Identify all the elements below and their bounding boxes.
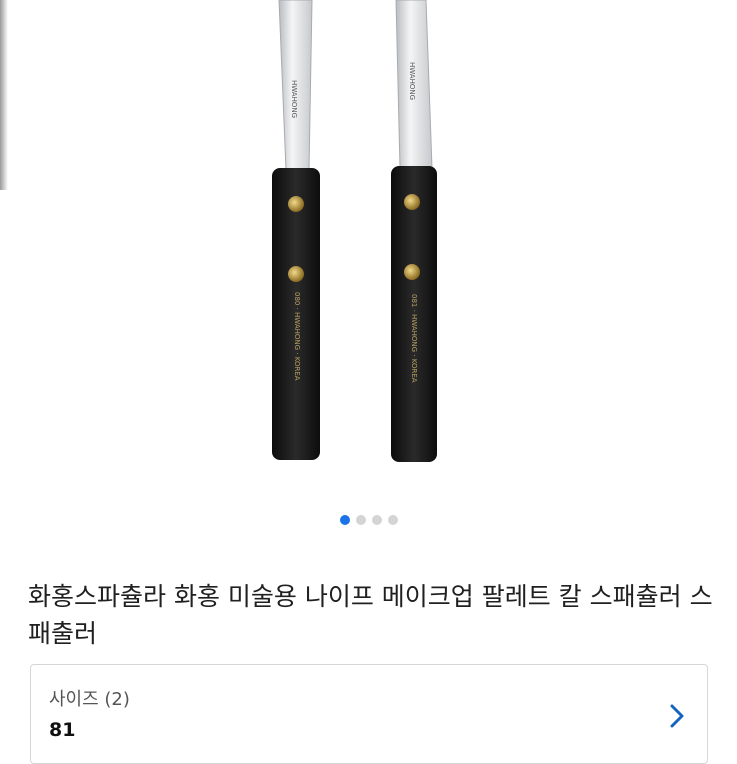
page-dot-3[interactable] <box>371 515 382 525</box>
previous-panel-edge <box>0 0 8 190</box>
product-image-gallery[interactable]: HWAHONG 080 · HWAHONG · KOREA HWAHONG 08… <box>0 0 737 545</box>
option-value: 81 <box>49 719 76 741</box>
option-label: 사이즈 (2) <box>49 689 130 710</box>
knife-left-handle-label: 080 · HWAHONG · KOREA <box>293 292 301 381</box>
chevron-right-icon[interactable] <box>663 701 691 731</box>
product-title: 화홍스파츌라 화홍 미술용 나이프 메이크업 팔레트 칼 스패츌러 스패출러 <box>28 582 713 648</box>
page-dot-2[interactable] <box>355 515 366 525</box>
page-dot-1[interactable] <box>339 515 350 525</box>
gallery-page-indicator <box>0 515 737 527</box>
option-selector-size[interactable]: 사이즈 (2) 81 <box>30 664 708 764</box>
knife-left: HWAHONG 080 · HWAHONG · KOREA <box>272 0 320 460</box>
knife-right-blade-label: HWAHONG <box>408 62 416 100</box>
page-dot-4[interactable] <box>387 515 398 525</box>
product-image: HWAHONG 080 · HWAHONG · KOREA HWAHONG 08… <box>272 0 437 462</box>
knife-right: HWAHONG 081 · HWAHONG · KOREA <box>391 0 437 462</box>
knife-right-handle-label: 081 · HWAHONG · KOREA <box>410 294 418 383</box>
knife-left-blade-label: HWAHONG <box>290 80 298 118</box>
